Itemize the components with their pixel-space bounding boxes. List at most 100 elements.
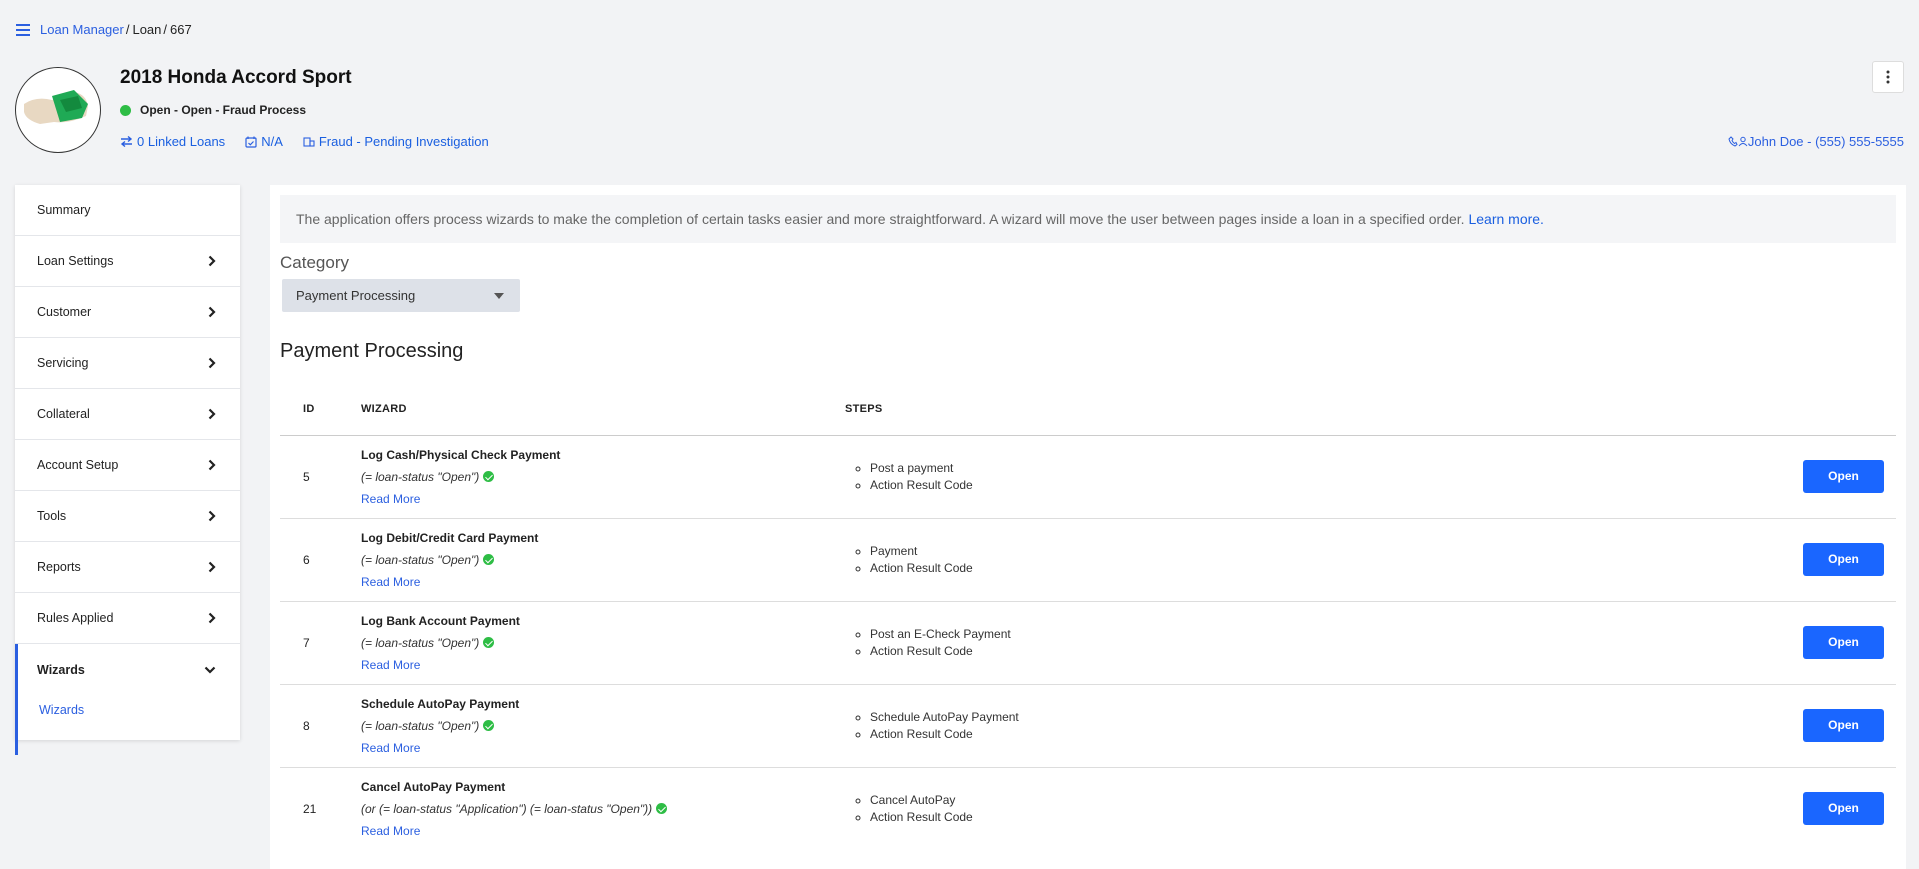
step-item: Action Result Code [870, 644, 1530, 658]
sidebar-item-loan-settings[interactable]: Loan Settings [15, 236, 240, 287]
read-more-link[interactable]: Read More [361, 741, 420, 755]
info-banner: The application offers process wizards t… [280, 195, 1896, 243]
breadcrumb-loan-id: 667 [170, 22, 192, 37]
kebab-icon [1886, 70, 1890, 84]
read-more-link[interactable]: Read More [361, 492, 420, 506]
check-circle-icon [483, 554, 495, 565]
sidebar-item-wizards[interactable]: Wizards [15, 644, 240, 695]
caret-down-icon [494, 292, 504, 299]
chevron-down-icon [204, 666, 216, 674]
calendar-check-icon [245, 136, 257, 148]
chevron-right-icon [208, 357, 216, 369]
loan-avatar [15, 67, 101, 153]
open-wizard-button[interactable]: Open [1803, 792, 1884, 826]
steps-list: Cancel AutoPay Action Result Code [845, 793, 1530, 824]
step-item: Action Result Code [870, 810, 1530, 824]
page-title: 2018 Honda Accord Sport [120, 67, 352, 88]
wizard-cell: Log Bank Account Payment (= loan-status "… [361, 601, 845, 684]
category-select[interactable]: Payment Processing [282, 279, 520, 312]
loan-status-text: Open - Open - Fraud Process [140, 103, 307, 117]
wizard-id: 8 [303, 718, 310, 733]
step-item: Action Result Code [870, 478, 1530, 492]
steps-list: Payment Action Result Code [845, 544, 1530, 575]
more-options-button[interactable] [1872, 61, 1904, 93]
open-wizard-button[interactable]: Open [1803, 460, 1884, 493]
wizard-condition-text: (= loan-status "Open") [361, 552, 480, 567]
step-item: Action Result Code [870, 561, 1530, 575]
read-more-link[interactable]: Read More [361, 575, 420, 589]
breadcrumb-loan-manager[interactable]: Loan Manager [40, 22, 124, 37]
sidebar-subitem-wizards: Wizards [15, 695, 240, 755]
linked-loans-link[interactable]: 0 Linked Loans [120, 134, 225, 149]
collateral-image [24, 90, 88, 124]
table-row: 6 Log Debit/Credit Card Payment (= loan-st… [280, 518, 1896, 601]
sidebar-item-label: Rules Applied [37, 611, 114, 625]
step-item: Schedule AutoPay Payment [870, 710, 1530, 724]
category-select-value: Payment Processing [296, 288, 416, 303]
loan-status: Open - Open - Fraud Process [120, 103, 306, 117]
wizard-actions: Open [1530, 435, 1896, 518]
chevron-right-icon [208, 459, 216, 471]
sidebar-item-customer[interactable]: Customer [15, 287, 240, 338]
sidebar-item-collateral[interactable]: Collateral [15, 389, 240, 440]
section-title: Payment Processing [280, 340, 464, 362]
sidebar-item-reports[interactable]: Reports [15, 542, 240, 593]
sidebar-item-label: Customer [37, 305, 92, 319]
sidebar-subitem-wizards-link[interactable]: Wizards [39, 703, 84, 717]
wizard-steps: Post an E-Check Payment Action Result Cod… [845, 601, 1530, 684]
chevron-right-icon [208, 510, 216, 522]
phone-user-icon [1728, 136, 1748, 147]
wizard-condition-text: (= loan-status "Open") [361, 469, 480, 484]
sidebar-item-account-setup[interactable]: Account Setup [15, 440, 240, 491]
portfolio-link[interactable]: Fraud - Pending Investigation [303, 134, 489, 149]
info-text: The application offers process wizards t… [296, 211, 1465, 227]
wizard-name: Schedule AutoPay Payment [361, 696, 520, 711]
exchange-icon [120, 136, 133, 147]
column-header-steps: STEPS [845, 383, 1530, 436]
wizard-name: Cancel AutoPay Payment [361, 779, 506, 794]
step-item: Cancel AutoPay [870, 793, 1530, 807]
chevron-right-icon [208, 255, 216, 267]
sidebar: Summary Loan Settings Customer Servicing Col… [15, 185, 240, 755]
contact-label: John Doe - (555) 555-5555 [1747, 134, 1904, 149]
sidebar-item-rules-applied[interactable]: Rules Applied [15, 593, 240, 644]
date-link[interactable]: N/A [245, 134, 283, 149]
table-row: 8 Schedule AutoPay Payment (= loan-status … [280, 684, 1896, 767]
sidebar-item-label: Collateral [37, 407, 90, 421]
breadcrumb-loan: Loan [132, 22, 162, 37]
portfolio-label: Fraud - Pending Investigation [318, 134, 489, 149]
building-icon [303, 137, 315, 147]
sidebar-item-servicing[interactable]: Servicing [15, 338, 240, 389]
wizard-steps: Schedule AutoPay Payment Action Result Co… [845, 684, 1530, 767]
sidebar-item-summary[interactable]: Summary [15, 185, 240, 236]
linked-loans-label: 0 Linked Loans [137, 134, 226, 149]
wizard-cell: Cancel AutoPay Payment (or (= loan-status… [361, 767, 845, 850]
wizard-id: 6 [303, 552, 310, 567]
chevron-right-icon [208, 306, 216, 318]
step-item: Action Result Code [870, 727, 1530, 741]
contact-link[interactable]: John Doe - (555) 555-5555 [1728, 134, 1904, 149]
breadcrumb-separator: / [125, 22, 130, 37]
sidebar-item-tools[interactable]: Tools [15, 491, 240, 542]
column-header-wizard: WIZARD [361, 383, 845, 436]
read-more-link[interactable]: Read More [361, 658, 420, 672]
read-more-link[interactable]: Read More [361, 824, 420, 838]
sidebar-item-label: Loan Settings [37, 254, 114, 268]
step-item: Post an E-Check Payment [870, 627, 1530, 641]
open-wizard-button[interactable]: Open [1803, 543, 1884, 576]
breadcrumb: Loan Manager / Loan / 667 [16, 22, 192, 37]
wizard-cell: Log Debit/Credit Card Payment (= loan-sta… [361, 518, 845, 601]
column-header-actions [1529, 383, 1896, 436]
check-circle-icon [483, 637, 495, 648]
category-label: Category [280, 253, 349, 272]
wizard-condition: (or (= loan-status "Application") (= loa… [361, 802, 845, 816]
sidebar-item-label: Wizards [37, 662, 85, 677]
open-wizard-button[interactable]: Open [1803, 709, 1884, 742]
table-header-row: ID WIZARD STEPS [280, 383, 1896, 436]
menu-icon[interactable] [16, 23, 30, 36]
open-wizard-button[interactable]: Open [1803, 626, 1884, 659]
wizard-condition: (= loan-status "Open") [361, 719, 845, 733]
column-header-id: ID [280, 383, 361, 436]
learn-more-link[interactable]: Learn more. [1468, 211, 1543, 227]
sidebar-item-label: Summary [37, 203, 91, 217]
